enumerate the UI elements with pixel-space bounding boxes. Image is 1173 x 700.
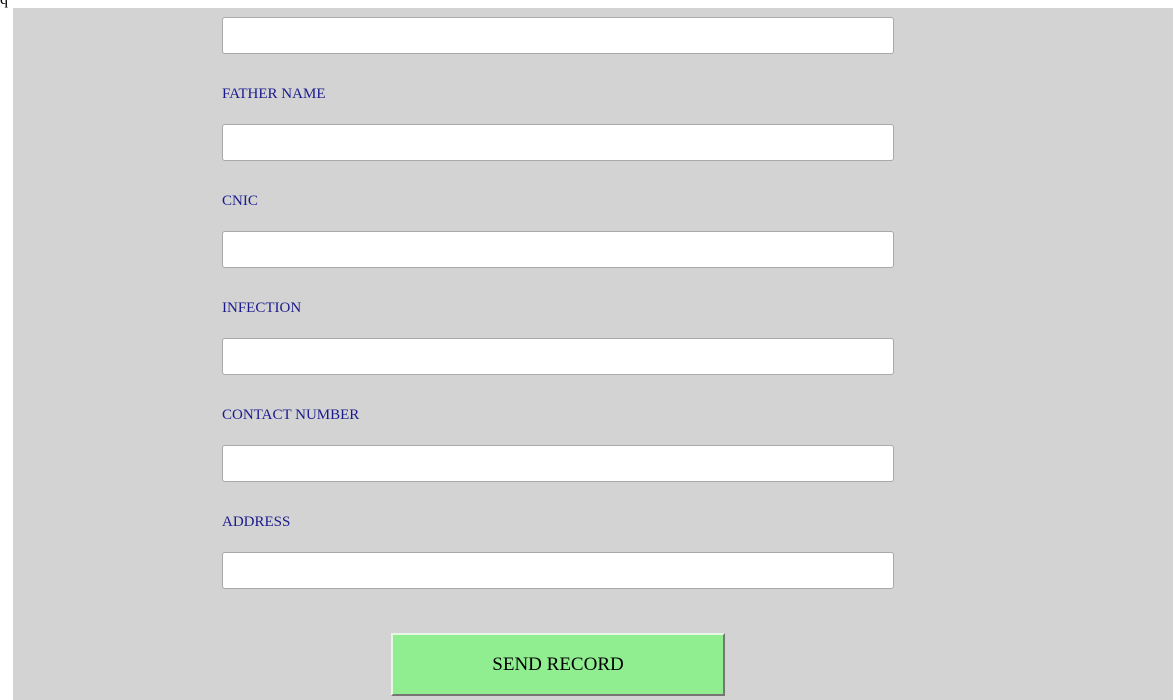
father-name-label: FATHER NAME: [222, 86, 326, 102]
page: q FATHER NAME CNIC INFECTION CONTACT NUM…: [0, 0, 1173, 700]
cnic-input[interactable]: [222, 231, 894, 268]
contact-number-input[interactable]: [222, 445, 894, 482]
send-record-button[interactable]: SEND RECORD: [391, 633, 725, 696]
name-input[interactable]: [222, 17, 894, 54]
cnic-label: CNIC: [222, 193, 258, 209]
infection-label: INFECTION: [222, 300, 302, 316]
address-label: ADDRESS: [222, 514, 291, 530]
infection-input[interactable]: [222, 338, 894, 375]
father-name-input[interactable]: [222, 124, 894, 161]
contact-number-label: CONTACT NUMBER: [222, 407, 360, 423]
record-form: FATHER NAME CNIC INFECTION CONTACT NUMBE…: [13, 8, 1173, 700]
address-input[interactable]: [222, 552, 894, 589]
partial-heading-text: q: [0, 0, 8, 9]
